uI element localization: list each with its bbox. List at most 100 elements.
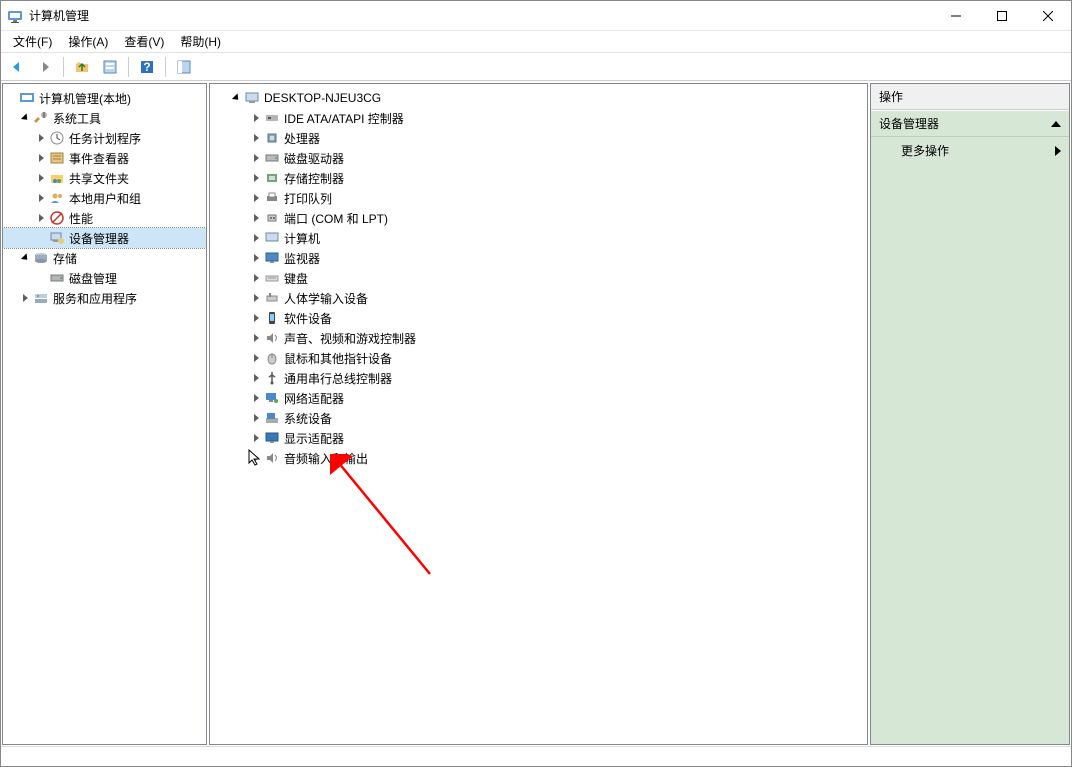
tree-system-tools[interactable]: 系统工具	[3, 108, 206, 128]
tree-shared-folders[interactable]: 共享文件夹	[3, 168, 206, 188]
tree-storage[interactable]: 存储	[3, 248, 206, 268]
device-processors[interactable]: 处理器	[210, 128, 867, 148]
chevron-right-icon	[250, 172, 262, 184]
chevron-right-icon	[250, 412, 262, 424]
tree-disk-management[interactable]: 磁盘管理	[3, 268, 206, 288]
help-button[interactable]: ?	[135, 55, 159, 79]
mouse-icon	[264, 350, 280, 366]
monitor-icon	[264, 250, 280, 266]
storage-icon	[33, 250, 49, 266]
menu-action[interactable]: 操作(A)	[60, 31, 116, 52]
chevron-right-icon	[250, 192, 262, 204]
tree-task-scheduler[interactable]: 任务计划程序	[3, 128, 206, 148]
event-icon	[49, 150, 65, 166]
device-disk-drives[interactable]: 磁盘驱动器	[210, 148, 867, 168]
tools-icon	[33, 110, 49, 126]
chevron-right-icon	[250, 332, 262, 344]
device-system-devices[interactable]: 系统设备	[210, 408, 867, 428]
device-network-adapters[interactable]: 网络适配器	[210, 388, 867, 408]
chevron-right-icon	[250, 112, 262, 124]
minimize-button[interactable]	[933, 1, 979, 30]
up-folder-button[interactable]	[70, 55, 94, 79]
maximize-button[interactable]	[979, 1, 1025, 30]
device-root[interactable]: DESKTOP-NJEU3CG	[210, 88, 867, 108]
keyboard-icon	[264, 270, 280, 286]
show-hide-button[interactable]	[172, 55, 196, 79]
software-device-icon	[264, 310, 280, 326]
display-adapter-icon	[264, 430, 280, 446]
device-ide-atapi[interactable]: IDE ATA/ATAPI 控制器	[210, 108, 867, 128]
chevron-right-icon	[35, 192, 47, 204]
tree-performance[interactable]: 性能	[3, 208, 206, 228]
actions-section-device-manager[interactable]: 设备管理器	[871, 110, 1069, 137]
device-audio-io[interactable]: 音频输入和输出	[210, 448, 867, 468]
device-manager-icon	[49, 230, 65, 246]
device-hid[interactable]: 人体学输入设备	[210, 288, 867, 308]
chevron-right-icon	[250, 272, 262, 284]
performance-icon	[49, 210, 65, 226]
chevron-right-icon	[250, 432, 262, 444]
chevron-right-icon	[250, 252, 262, 264]
chevron-right-icon	[35, 172, 47, 184]
computer-management-icon	[19, 90, 35, 106]
forward-button[interactable]	[33, 55, 57, 79]
chevron-right-icon	[250, 392, 262, 404]
controller-icon	[264, 110, 280, 126]
hdd-icon	[264, 150, 280, 166]
menu-file[interactable]: 文件(F)	[5, 31, 60, 52]
chevron-right-icon	[250, 132, 262, 144]
tree-services-apps[interactable]: 服务和应用程序	[3, 288, 206, 308]
actions-more[interactable]: 更多操作	[871, 137, 1069, 164]
main-area: 计算机管理(本地) 系统工具 任务计划程序 事件查看器	[1, 81, 1071, 746]
actions-panel: 操作 设备管理器 更多操作	[870, 83, 1070, 745]
computer-icon	[244, 90, 260, 106]
cpu-icon	[264, 130, 280, 146]
chevron-down-icon	[19, 252, 31, 264]
chevron-down-icon	[19, 112, 31, 124]
menu-help[interactable]: 帮助(H)	[172, 31, 229, 52]
device-mice[interactable]: 鼠标和其他指针设备	[210, 348, 867, 368]
close-button[interactable]	[1025, 1, 1071, 30]
collapse-icon	[1051, 121, 1061, 127]
device-monitors[interactable]: 监视器	[210, 248, 867, 268]
chevron-right-icon	[250, 352, 262, 364]
chevron-right-icon	[250, 372, 262, 384]
audio-icon	[264, 450, 280, 466]
device-print-queues[interactable]: 打印队列	[210, 188, 867, 208]
window-title: 计算机管理	[29, 7, 933, 24]
console-tree-panel[interactable]: 计算机管理(本地) 系统工具 任务计划程序 事件查看器	[2, 83, 207, 745]
chevron-right-icon	[250, 152, 262, 164]
expander-icon	[5, 92, 17, 104]
menu-view[interactable]: 查看(V)	[116, 31, 172, 52]
device-usb-controllers[interactable]: 通用串行总线控制器	[210, 368, 867, 388]
toolbar: ?	[1, 53, 1071, 81]
tree-local-users-groups[interactable]: 本地用户和组	[3, 188, 206, 208]
tree-device-manager[interactable]: 设备管理器	[3, 228, 206, 248]
chevron-right-icon	[250, 292, 262, 304]
expander-empty	[35, 232, 47, 244]
menu-bar: 文件(F) 操作(A) 查看(V) 帮助(H)	[1, 31, 1071, 53]
tree-root-computer-management[interactable]: 计算机管理(本地)	[3, 88, 206, 108]
device-keyboards[interactable]: 键盘	[210, 268, 867, 288]
device-computer[interactable]: 计算机	[210, 228, 867, 248]
shared-folder-icon	[49, 170, 65, 186]
tree-event-viewer[interactable]: 事件查看器	[3, 148, 206, 168]
app-icon	[7, 8, 23, 24]
chevron-right-icon	[250, 232, 262, 244]
device-software-devices[interactable]: 软件设备	[210, 308, 867, 328]
device-storage-controllers[interactable]: 存储控制器	[210, 168, 867, 188]
device-tree-panel[interactable]: DESKTOP-NJEU3CG IDE ATA/ATAPI 控制器 处理器 磁盘…	[209, 83, 868, 745]
device-ports[interactable]: 端口 (COM 和 LPT)	[210, 208, 867, 228]
status-bar	[1, 746, 1071, 766]
device-sound-video-game[interactable]: 声音、视频和游戏控制器	[210, 328, 867, 348]
properties-button[interactable]	[98, 55, 122, 79]
services-icon	[33, 290, 49, 306]
pc-icon	[264, 230, 280, 246]
actions-header: 操作	[871, 84, 1069, 110]
device-display-adapters[interactable]: 显示适配器	[210, 428, 867, 448]
storage-controller-icon	[264, 170, 280, 186]
expander-empty	[35, 272, 47, 284]
network-icon	[264, 390, 280, 406]
window-titlebar: 计算机管理	[1, 1, 1071, 31]
back-button[interactable]	[5, 55, 29, 79]
